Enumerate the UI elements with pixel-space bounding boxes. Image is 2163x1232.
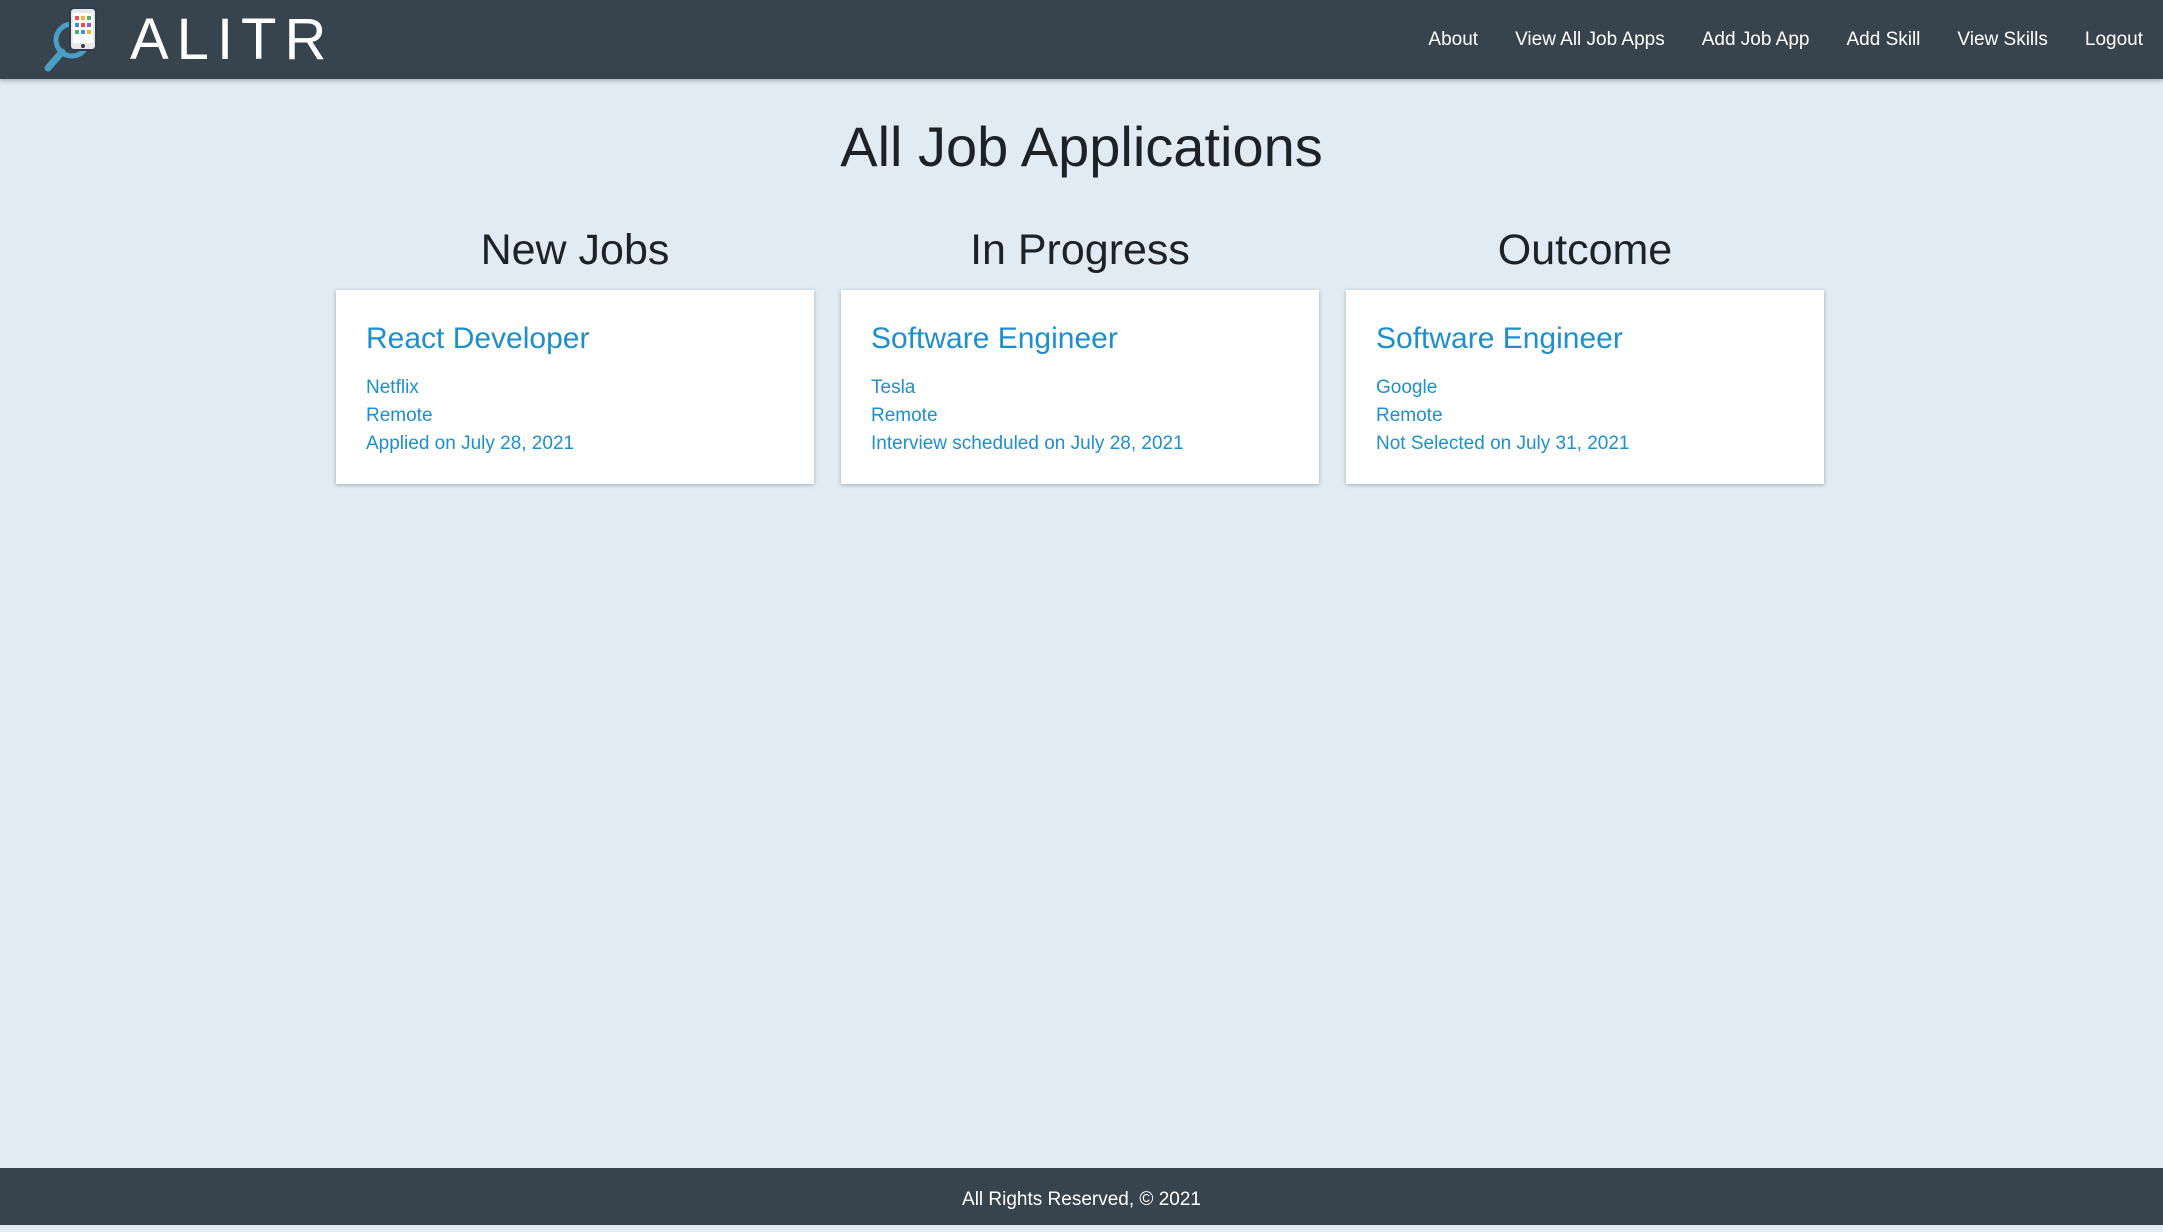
nav-view-skills[interactable]: View Skills <box>1957 29 2047 51</box>
column-new-jobs: New Jobs React Developer Netflix Remote … <box>336 224 814 484</box>
column-title: New Jobs <box>480 226 670 274</box>
brand-title[interactable]: ALITR <box>130 6 334 74</box>
job-location: Remote <box>1376 405 1443 426</box>
column-title: Outcome <box>1497 226 1673 274</box>
footer-text: All Rights Reserved, © 2021 <box>962 1189 1201 1210</box>
job-card[interactable]: Software Engineer Google Remote Not Sele… <box>1346 290 1824 484</box>
job-card[interactable]: Software Engineer Tesla Remote Interview… <box>841 290 1319 484</box>
job-status: Applied on July 28, 2021 <box>366 433 575 454</box>
nav-links: About View All Job Apps Add Job App Add … <box>1391 0 2143 79</box>
job-company: Google <box>1376 377 1438 398</box>
job-title[interactable]: Software Engineer <box>1376 320 1794 358</box>
job-location: Remote <box>871 405 938 426</box>
footer: All Rights Reserved, © 2021 <box>0 1168 2163 1225</box>
job-location: Remote <box>366 405 433 426</box>
column-title: In Progress <box>970 226 1190 274</box>
nav-about[interactable]: About <box>1428 29 1478 51</box>
nav-view-all-job-apps[interactable]: View All Job Apps <box>1515 29 1665 51</box>
phone-magnifier-icon[interactable] <box>42 4 112 74</box>
job-status: Interview scheduled on July 28, 2021 <box>871 433 1184 454</box>
nav-add-job-app[interactable]: Add Job App <box>1702 29 1810 51</box>
page-title: All Job Applications <box>840 115 1323 178</box>
job-card[interactable]: React Developer Netflix Remote Applied o… <box>336 290 814 484</box>
nav-add-skill[interactable]: Add Skill <box>1846 29 1920 51</box>
nav-logout[interactable]: Logout <box>2085 29 2143 51</box>
column-in-progress: In Progress Software Engineer Tesla Remo… <box>841 224 1319 484</box>
job-company: Netflix <box>366 377 419 398</box>
job-title[interactable]: React Developer <box>366 320 784 358</box>
job-title[interactable]: Software Engineer <box>871 320 1289 358</box>
navbar: ALITR About View All Job Apps Add Job Ap… <box>0 0 2163 79</box>
job-status: Not Selected on July 31, 2021 <box>1376 433 1630 454</box>
column-outcome: Outcome Software Engineer Google Remote … <box>1346 224 1824 484</box>
job-company: Tesla <box>871 377 916 398</box>
